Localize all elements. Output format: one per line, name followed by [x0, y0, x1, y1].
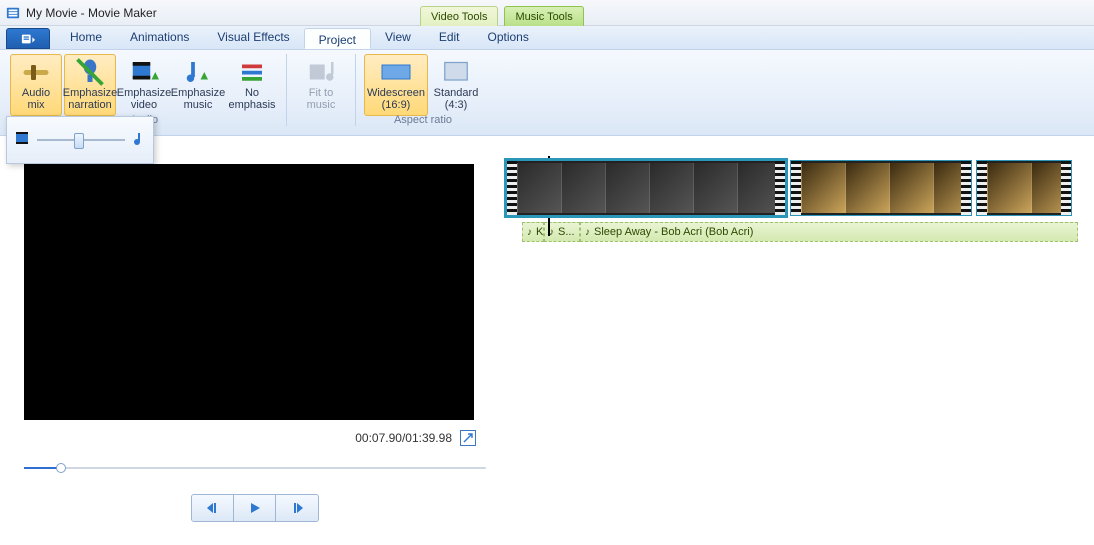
no-emphasis-button[interactable]: Noemphasis [226, 54, 278, 116]
video-tools-tab[interactable]: Video Tools [420, 6, 498, 26]
tab-animations[interactable]: Animations [116, 26, 203, 49]
audio-mix-button[interactable]: Audiomix [10, 54, 62, 116]
film-icon [15, 131, 29, 150]
fullscreen-icon[interactable] [460, 430, 476, 446]
emphasize-music-label: Emphasizemusic [171, 87, 225, 111]
tab-visual-effects[interactable]: Visual Effects [203, 26, 303, 49]
widescreen-label: Widescreen(16:9) [367, 87, 425, 111]
play-button[interactable] [234, 495, 276, 521]
video-track[interactable] [506, 160, 1094, 220]
contextual-tabs: Video Tools Music Tools [420, 0, 584, 26]
video-preview[interactable] [24, 164, 474, 420]
audio-mix-label: Audiomix [22, 87, 50, 111]
emphasize-video-button[interactable]: Emphasizevideo [118, 54, 170, 116]
emphasize-narration-button[interactable]: Emphasizenarration [64, 54, 116, 116]
title-bar: My Movie - Movie Maker Video Tools Music… [0, 0, 1094, 26]
emphasize-narration-label: Emphasizenarration [63, 87, 117, 111]
audio-clip[interactable]: ♪ Sleep Away - Bob Acri (Bob Acri) [580, 222, 1078, 242]
audio-clip-label: Sleep Away - Bob Acri (Bob Acri) [594, 226, 753, 238]
aspect-ratio-group-label: Aspect ratio [394, 114, 452, 126]
seek-slider[interactable] [24, 460, 486, 476]
video-clip[interactable] [506, 160, 786, 216]
music-note-icon: ♪ [527, 227, 532, 238]
music-note-up-icon [183, 59, 213, 85]
prev-frame-button[interactable] [192, 495, 234, 521]
tab-view[interactable]: View [371, 26, 425, 49]
widescreen-button[interactable]: Widescreen(16:9) [364, 54, 428, 116]
standard-aspect-icon [441, 59, 471, 85]
audio-track[interactable]: ♪K ♪ S... ♪ Sleep Away - Bob Acri (Bob Acr… [522, 222, 1094, 242]
transport-controls [24, 494, 486, 522]
fit-group: Fit tomusic [291, 54, 351, 136]
audio-mix-slider[interactable] [37, 130, 125, 150]
fit-to-music-label: Fit tomusic [307, 87, 336, 111]
timecode-text: 00:07.90/01:39.98 [355, 431, 452, 445]
standard-button[interactable]: Standard(4:3) [430, 54, 482, 116]
ribbon-separator [355, 54, 356, 126]
preview-pane: 00:07.90/01:39.98 [0, 136, 500, 545]
tab-options[interactable]: Options [474, 26, 543, 49]
fit-to-music-button: Fit tomusic [295, 54, 347, 116]
content-area: 00:07.90/01:39.98 [0, 136, 1094, 545]
standard-label: Standard(4:3) [434, 87, 479, 111]
tab-home[interactable]: Home [56, 26, 116, 49]
emphasize-video-label: Emphasizevideo [117, 87, 171, 111]
video-clip[interactable] [790, 160, 972, 216]
film-up-icon [129, 59, 159, 85]
ribbon-separator [286, 54, 287, 126]
tab-edit[interactable]: Edit [425, 26, 474, 49]
emphasize-music-button[interactable]: Emphasizemusic [172, 54, 224, 116]
ribbon: Audiomix Emphasizenarration Emphasizevid… [0, 50, 1094, 136]
audio-clip[interactable]: ♪K [522, 222, 544, 242]
microphone-icon [75, 59, 105, 85]
video-clip[interactable] [976, 160, 1072, 216]
next-frame-button[interactable] [276, 495, 318, 521]
audio-clip-label: K [536, 226, 543, 238]
music-tools-tab[interactable]: Music Tools [504, 6, 583, 26]
music-note-icon: ♪ [585, 227, 590, 238]
music-note-icon [133, 131, 145, 150]
tab-project[interactable]: Project [304, 28, 371, 49]
fit-to-music-icon [306, 59, 336, 85]
aspect-ratio-group: Widescreen(16:9) Standard(4:3) Aspect ra… [360, 54, 486, 136]
file-menu-button[interactable] [6, 28, 50, 49]
no-emphasis-label: Noemphasis [228, 87, 275, 111]
equal-bars-icon [237, 59, 267, 85]
timeline-pane[interactable]: ♪K ♪ S... ♪ Sleep Away - Bob Acri (Bob Acr… [500, 136, 1094, 545]
ribbon-tabs: Home Animations Visual Effects Project V… [0, 26, 1094, 50]
audio-mix-popup[interactable] [6, 116, 154, 164]
audio-mix-icon [21, 59, 51, 85]
window-title: My Movie - Movie Maker [26, 6, 157, 20]
app-icon [6, 6, 20, 20]
audio-clip-label: S... [558, 226, 575, 238]
widescreen-icon [381, 59, 411, 85]
